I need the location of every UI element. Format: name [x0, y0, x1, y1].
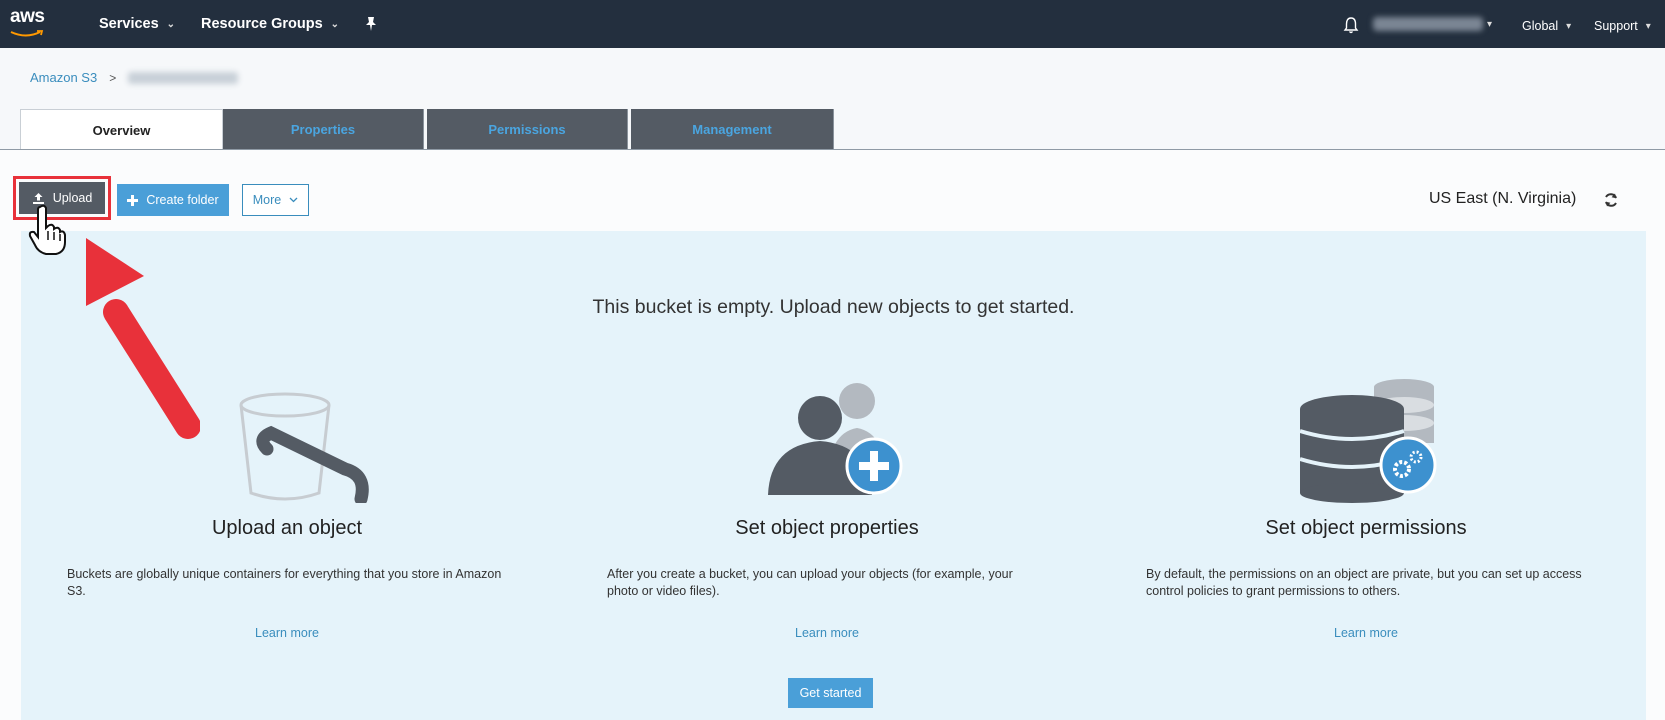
- object-permissions-title: Set object permissions: [1265, 517, 1467, 539]
- bell-icon[interactable]: [1343, 16, 1359, 34]
- learn-more-link[interactable]: Learn more: [67, 626, 507, 640]
- upload-label: Upload: [52, 191, 93, 205]
- object-properties-title: Set object properties: [735, 517, 919, 539]
- breadcrumb-amazon-s3[interactable]: Amazon S3: [30, 70, 97, 85]
- upload-icon: [32, 192, 44, 204]
- tab-label: Management: [692, 121, 772, 137]
- breadcrumb-bucket-name-redacted: [128, 71, 239, 84]
- resource-groups-menu[interactable]: Resource Groups ⌄: [201, 16, 339, 32]
- chevron-down-icon: ⌄: [166, 18, 176, 30]
- create-folder-button[interactable]: Create folder: [117, 184, 229, 216]
- chevron-down-icon: ▾: [1487, 19, 1493, 30]
- upload-object-title: Upload an object: [211, 517, 363, 539]
- database-settings-icon: [1299, 379, 1437, 503]
- empty-bucket-heading: This bucket is empty. Upload new objects…: [592, 296, 1075, 318]
- region-label: US East (N. Virginia): [1429, 190, 1577, 207]
- support-menu[interactable]: Support ▾: [1594, 19, 1651, 33]
- upload-object-description: Buckets are globally unique containers f…: [67, 567, 502, 598]
- tab-label: Permissions: [488, 121, 566, 137]
- region-global-menu[interactable]: Global ▾: [1522, 19, 1571, 33]
- create-folder-label: Create folder: [146, 193, 219, 207]
- tab-permissions[interactable]: Permissions: [427, 109, 628, 149]
- tab-properties[interactable]: Properties: [223, 109, 424, 149]
- refresh-icon[interactable]: [1603, 192, 1619, 208]
- upload-button[interactable]: Upload: [19, 182, 105, 214]
- chevron-down-icon: ▾: [1566, 20, 1572, 32]
- breadcrumb: Amazon S3 >: [30, 70, 239, 85]
- aws-logo-text: aws: [10, 6, 45, 27]
- get-started-button[interactable]: Get started: [788, 678, 873, 708]
- top-navigation-bar: aws Services ⌄ Resource Groups ⌄ ▾ Globa…: [0, 0, 1665, 48]
- aws-smile-icon: [10, 30, 44, 37]
- global-label: Global: [1522, 19, 1559, 33]
- tab-label: Properties: [290, 121, 356, 137]
- support-label: Support: [1594, 19, 1638, 33]
- plus-icon: [127, 194, 139, 206]
- tab-label: Overview: [92, 122, 151, 138]
- learn-more-link[interactable]: Learn more: [1146, 626, 1586, 640]
- object-permissions-description: By default, the permissions on an object…: [1146, 567, 1582, 598]
- object-properties-description: After you create a bucket, you can uploa…: [607, 567, 1013, 598]
- chevron-down-icon: ▾: [1645, 20, 1651, 32]
- more-dropdown-button[interactable]: More: [242, 184, 309, 216]
- bucket-icon: [239, 392, 369, 503]
- breadcrumb-separator: >: [109, 70, 117, 85]
- more-label: More: [252, 193, 282, 207]
- services-label: Services: [99, 16, 159, 32]
- account-menu-redacted[interactable]: [1373, 17, 1483, 31]
- resource-groups-label: Resource Groups: [201, 16, 323, 32]
- learn-more-link[interactable]: Learn more: [607, 626, 1047, 640]
- tab-overview[interactable]: Overview: [20, 109, 223, 150]
- pin-icon[interactable]: [363, 16, 379, 32]
- empty-bucket-panel: This bucket is empty. Upload new objects…: [21, 231, 1646, 720]
- services-menu[interactable]: Services ⌄: [99, 16, 175, 32]
- aws-logo[interactable]: aws: [10, 6, 50, 42]
- chevron-down-icon: ⌄: [330, 18, 340, 30]
- user-add-icon: [768, 383, 903, 495]
- chevron-down-icon: [289, 197, 298, 203]
- tab-management[interactable]: Management: [631, 109, 834, 149]
